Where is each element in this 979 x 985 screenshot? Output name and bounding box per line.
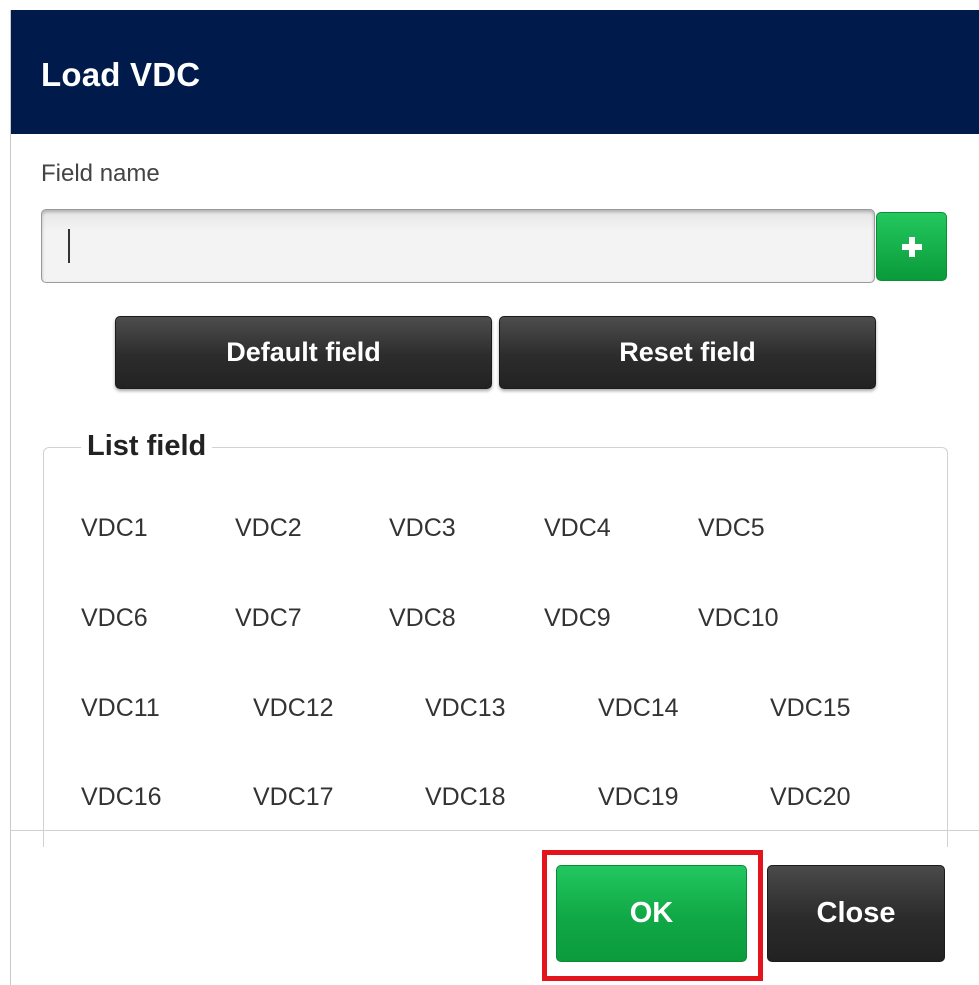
- field-name-input[interactable]: [41, 209, 875, 283]
- default-field-button[interactable]: Default field: [115, 316, 492, 389]
- list-item-vdc2[interactable]: VDC2: [235, 514, 302, 543]
- list-item-vdc5[interactable]: VDC5: [698, 514, 765, 543]
- page: Load VDC Field name Default field Reset …: [0, 0, 979, 985]
- dialog-header: Load VDC: [11, 10, 979, 134]
- list-item-vdc13[interactable]: VDC13: [425, 694, 506, 723]
- list-item-vdc18[interactable]: VDC18: [425, 783, 506, 812]
- list-item-vdc15[interactable]: VDC15: [770, 694, 851, 723]
- dialog-title: Load VDC: [41, 56, 201, 93]
- list-item-vdc14[interactable]: VDC14: [598, 694, 679, 723]
- add-field-button[interactable]: [876, 212, 947, 281]
- list-item-vdc1[interactable]: VDC1: [81, 514, 148, 543]
- list-item-vdc12[interactable]: VDC12: [253, 694, 334, 723]
- list-item-vdc9[interactable]: VDC9: [544, 604, 611, 633]
- list-item-vdc16[interactable]: VDC16: [81, 783, 162, 812]
- plus-icon: [901, 236, 922, 257]
- reset-field-button[interactable]: Reset field: [499, 316, 876, 389]
- list-item-vdc4[interactable]: VDC4: [544, 514, 611, 543]
- ok-button[interactable]: OK: [556, 865, 747, 962]
- list-item-vdc6[interactable]: VDC6: [81, 604, 148, 633]
- field-name-label: Field name: [41, 160, 160, 187]
- list-item-vdc8[interactable]: VDC8: [389, 604, 456, 633]
- list-item-vdc19[interactable]: VDC19: [598, 783, 679, 812]
- list-item-vdc20[interactable]: VDC20: [770, 783, 851, 812]
- list-item-vdc10[interactable]: VDC10: [698, 604, 779, 633]
- load-vdc-dialog: Load VDC Field name Default field Reset …: [10, 10, 979, 985]
- list-item-vdc11[interactable]: VDC11: [81, 694, 160, 723]
- list-item-vdc7[interactable]: VDC7: [235, 604, 302, 633]
- footer-divider: [11, 830, 979, 831]
- list-item-vdc3[interactable]: VDC3: [389, 514, 456, 543]
- list-item-vdc17[interactable]: VDC17: [253, 783, 334, 812]
- text-caret: [68, 229, 70, 263]
- close-button[interactable]: Close: [767, 865, 945, 962]
- list-field-legend: List field: [81, 430, 213, 463]
